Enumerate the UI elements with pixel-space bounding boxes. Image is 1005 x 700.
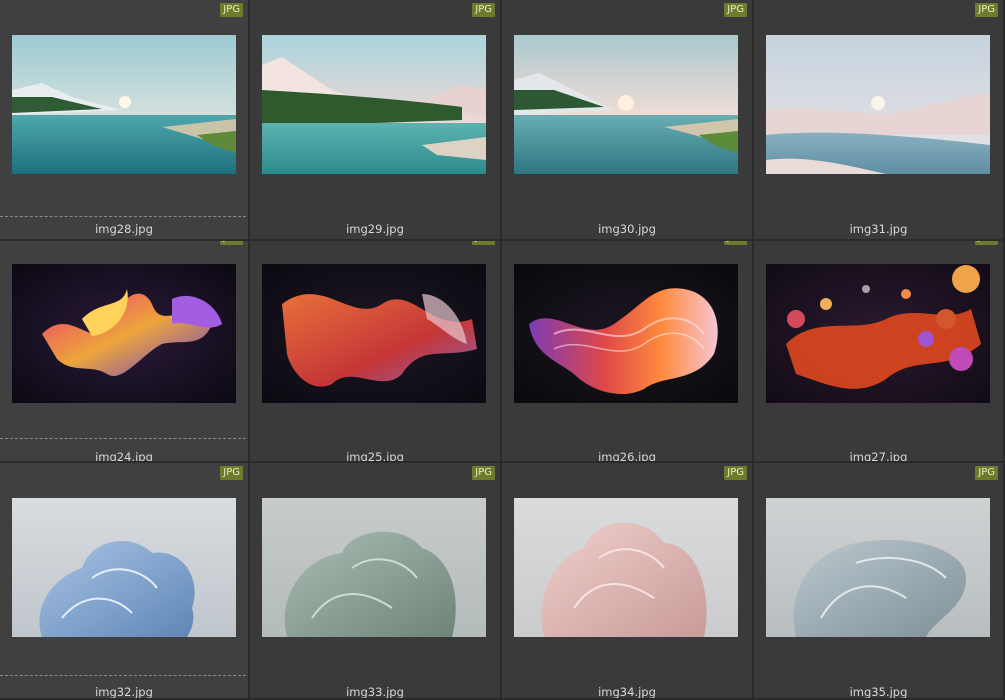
thumbnail-cell-img32[interactable]: JPG img32.jpg bbox=[0, 463, 250, 700]
thumbnail-filename: img34.jpg bbox=[598, 685, 656, 699]
file-type-badge: JPG bbox=[220, 3, 243, 17]
thumbnail-image[interactable] bbox=[262, 498, 486, 637]
file-type-badge: JPG bbox=[724, 466, 747, 480]
file-type-badge: JPG bbox=[724, 3, 747, 17]
thumbnail-filename: img32.jpg bbox=[95, 685, 153, 699]
thumbnail-cell-img26[interactable]: JPG img26.jpg bbox=[502, 241, 754, 463]
thumbnail-image[interactable] bbox=[262, 264, 486, 403]
thumbnail-cell-img27[interactable]: JPG img27.jpg bbox=[754, 241, 1005, 463]
thumbnail-image[interactable] bbox=[12, 498, 236, 637]
thumbnail-filename: img35.jpg bbox=[849, 685, 908, 699]
file-type-badge: JPG bbox=[220, 241, 243, 245]
thumbnail-image[interactable] bbox=[766, 35, 990, 174]
thumbnail-cell-img29[interactable]: JPG img29.jpg bbox=[250, 0, 502, 241]
thumbnail-image[interactable] bbox=[12, 35, 236, 174]
file-type-badge: JPG bbox=[975, 466, 998, 480]
thumbnail-filename: img29.jpg bbox=[346, 222, 404, 236]
thumbnail-filename: img24.jpg bbox=[95, 450, 153, 463]
file-type-badge: JPG bbox=[472, 3, 495, 17]
thumbnail-filename: img31.jpg bbox=[849, 222, 908, 236]
thumbnail-image[interactable] bbox=[514, 35, 738, 174]
thumbnail-image[interactable] bbox=[12, 264, 236, 403]
thumbnail-cell-img30[interactable]: JPG img30.jpg bbox=[502, 0, 754, 241]
file-type-badge: JPG bbox=[975, 3, 998, 17]
file-type-badge: JPG bbox=[724, 241, 747, 245]
file-type-badge: JPG bbox=[220, 466, 243, 480]
thumbnail-cell-img33[interactable]: JPG img33.jpg bbox=[250, 463, 502, 700]
thumbnail-filename: img25.jpg bbox=[346, 450, 404, 463]
thumbnail-image[interactable] bbox=[766, 498, 990, 637]
thumbnail-cell-img28[interactable]: JPG img28.jpg bbox=[0, 0, 250, 241]
file-type-badge: JPG bbox=[472, 466, 495, 480]
file-type-badge: JPG bbox=[472, 241, 495, 245]
thumbnail-filename: img27.jpg bbox=[849, 450, 908, 463]
thumbnail-cell-img31[interactable]: JPG img31.jpg bbox=[754, 0, 1005, 241]
file-type-badge: JPG bbox=[975, 241, 998, 245]
thumbnail-image[interactable] bbox=[514, 498, 738, 637]
thumbnail-image[interactable] bbox=[766, 264, 990, 403]
thumbnail-filename: img33.jpg bbox=[346, 685, 404, 699]
thumbnail-filename: img30.jpg bbox=[598, 222, 656, 236]
thumbnail-cell-img24[interactable]: JPG img24.jpg bbox=[0, 241, 250, 463]
thumbnail-image[interactable] bbox=[514, 264, 738, 403]
thumbnail-grid: JPG img28.jpg JPG img29.jpg JPG img30.jp… bbox=[0, 0, 1005, 700]
thumbnail-cell-img35[interactable]: JPG img35.jpg bbox=[754, 463, 1005, 700]
thumbnail-cell-img25[interactable]: JPG img25.jpg bbox=[250, 241, 502, 463]
thumbnail-filename: img28.jpg bbox=[95, 222, 153, 236]
thumbnail-image[interactable] bbox=[262, 35, 486, 174]
thumbnail-cell-img34[interactable]: JPG img34.jpg bbox=[502, 463, 754, 700]
thumbnail-filename: img26.jpg bbox=[598, 450, 656, 463]
